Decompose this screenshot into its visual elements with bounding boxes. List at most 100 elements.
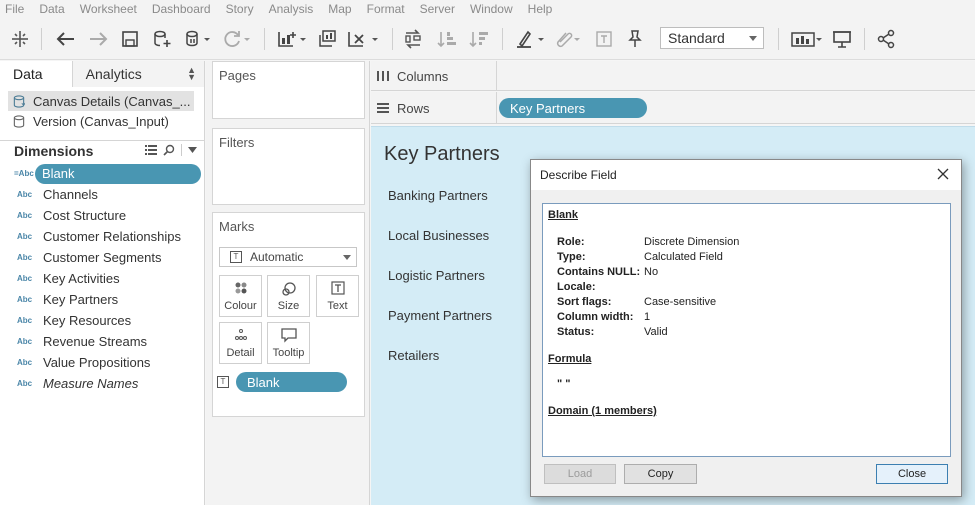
dialog-title-bar: Describe Field [531, 160, 961, 190]
database-icon [13, 94, 25, 108]
list-view-icon[interactable] [145, 144, 157, 156]
undo-icon[interactable] [53, 26, 79, 52]
search-icon[interactable] [163, 144, 175, 156]
tableau-logo-icon[interactable] [8, 26, 32, 52]
columns-shelf[interactable]: Columns [371, 61, 975, 91]
menu-window[interactable]: Window [470, 2, 513, 16]
text-mark-icon: T [217, 376, 229, 388]
field-label: Customer Segments [43, 250, 162, 265]
viz-row-header[interactable]: Local Businesses [388, 228, 489, 243]
tab-data[interactable]: Data [0, 61, 73, 87]
menu-file[interactable]: File [5, 2, 24, 16]
size-button[interactable]: Size [267, 275, 310, 317]
columns-icon [377, 71, 389, 81]
updown-arrow-icon: ▲ ▼ [187, 65, 196, 82]
close-button[interactable]: Close [876, 464, 948, 484]
type-badge: Abc [17, 379, 33, 388]
viz-row-header[interactable]: Retailers [388, 348, 439, 363]
chevron-down-icon [343, 255, 351, 260]
field-key-resources[interactable]: Abc Key Resources [0, 310, 205, 331]
menu-server[interactable]: Server [420, 2, 455, 16]
tooltip-button[interactable]: Tooltip [267, 322, 310, 364]
dialog-title: Describe Field [540, 168, 617, 182]
field-customer-relationships[interactable]: Abc Customer Relationships [0, 226, 205, 247]
field-label: Revenue Streams [43, 334, 148, 349]
field-channels[interactable]: Abc Channels [0, 184, 205, 205]
duplicate-icon[interactable] [314, 26, 340, 52]
menu-map[interactable]: Map [328, 2, 351, 16]
load-button[interactable]: Load [544, 464, 616, 484]
domain-heading: Domain (1 members) [548, 405, 657, 417]
menu-data[interactable]: Data [39, 2, 64, 16]
pin-icon[interactable] [622, 26, 646, 52]
menu-dashboard[interactable]: Dashboard [152, 2, 211, 16]
redo-icon[interactable] [85, 26, 111, 52]
prop-key: Column width: [557, 311, 634, 323]
label-icon[interactable] [592, 26, 616, 52]
field-label: Measure Names [43, 376, 139, 391]
tab-analytics[interactable]: Analytics ▲ ▼ [72, 61, 204, 87]
close-icon[interactable] [935, 166, 951, 182]
share-icon[interactable] [874, 26, 898, 52]
text-button[interactable]: Text [316, 275, 359, 317]
menu-bar: File Data Worksheet Dashboard Story Anal… [0, 0, 975, 18]
menu-format[interactable]: Format [367, 2, 405, 16]
sort-descending-icon[interactable] [466, 26, 492, 52]
menu-worksheet[interactable]: Worksheet [80, 2, 137, 16]
field-customer-segments[interactable]: Abc Customer Segments [0, 247, 205, 268]
save-icon[interactable] [118, 26, 142, 52]
fit-select[interactable]: Standard [660, 27, 764, 49]
copy-button[interactable]: Copy [624, 464, 697, 484]
marks-pill-blank[interactable]: Blank [236, 372, 347, 392]
field-cost-structure[interactable]: Abc Cost Structure [0, 205, 205, 226]
new-datasource-icon[interactable] [150, 26, 174, 52]
rows-label: Rows [397, 100, 430, 116]
field-label: Key Partners [43, 292, 119, 307]
viz-row-header[interactable]: Logistic Partners [388, 268, 485, 283]
prop-value: No [644, 266, 659, 278]
highlight-icon[interactable] [512, 26, 548, 52]
field-blank[interactable]: =Abc Blank [0, 163, 205, 184]
mark-type-select[interactable]: T Automatic [219, 247, 357, 267]
chevron-down-icon[interactable] [188, 147, 197, 153]
prop-value: Discrete Dimension [644, 236, 740, 248]
swap-icon[interactable] [400, 26, 426, 52]
prop-value: Valid [644, 326, 668, 338]
filters-card[interactable]: Filters [212, 128, 365, 205]
clear-sheet-icon[interactable] [344, 26, 382, 52]
rows-shelf[interactable]: Rows Key Partners [371, 92, 975, 124]
type-badge: Abc [17, 274, 33, 283]
field-label: Key Resources [43, 313, 132, 328]
prop-key: Contains NULL: [557, 266, 641, 278]
menu-help[interactable]: Help [528, 2, 553, 16]
datasource-version[interactable]: Version (Canvas_Input) [8, 111, 194, 131]
datasource-canvas-details[interactable]: Canvas Details (Canvas_... [8, 91, 194, 111]
menu-story[interactable]: Story [226, 2, 254, 16]
sort-ascending-icon[interactable] [434, 26, 460, 52]
pause-updates-icon[interactable] [182, 26, 216, 52]
chevron-down-icon [749, 36, 757, 41]
colour-button[interactable]: Colour [219, 275, 262, 317]
viz-row-header[interactable]: Payment Partners [388, 308, 492, 323]
text-icon [317, 281, 358, 295]
field-key-activities[interactable]: Abc Key Activities [0, 268, 205, 289]
detail-button[interactable]: Detail [219, 322, 262, 364]
viz-row-header[interactable]: Banking Partners [388, 188, 488, 203]
pages-card[interactable]: Pages [212, 61, 365, 119]
field-revenue-streams[interactable]: Abc Revenue Streams [0, 331, 205, 352]
field-key-partners[interactable]: Abc Key Partners [0, 289, 205, 310]
rows-pill-key-partners[interactable]: Key Partners [499, 98, 647, 118]
menu-analysis[interactable]: Analysis [269, 2, 314, 16]
colour-icon [220, 281, 261, 295]
field-label: Cost Structure [43, 208, 127, 223]
describe-field-dialog: Describe Field Blank Role: Discrete Dime… [530, 159, 962, 497]
type-badge: Abc [17, 253, 33, 262]
group-icon[interactable] [550, 26, 584, 52]
field-value-propositions[interactable]: Abc Value Propositions [0, 352, 205, 373]
new-worksheet-icon[interactable] [274, 26, 310, 52]
field-measure-names[interactable]: Abc Measure Names [0, 373, 205, 394]
refresh-icon[interactable] [220, 26, 254, 52]
presentation-icon[interactable] [830, 26, 854, 52]
show-me-icon[interactable] [788, 26, 826, 52]
dimensions-title: Dimensions [14, 143, 94, 159]
